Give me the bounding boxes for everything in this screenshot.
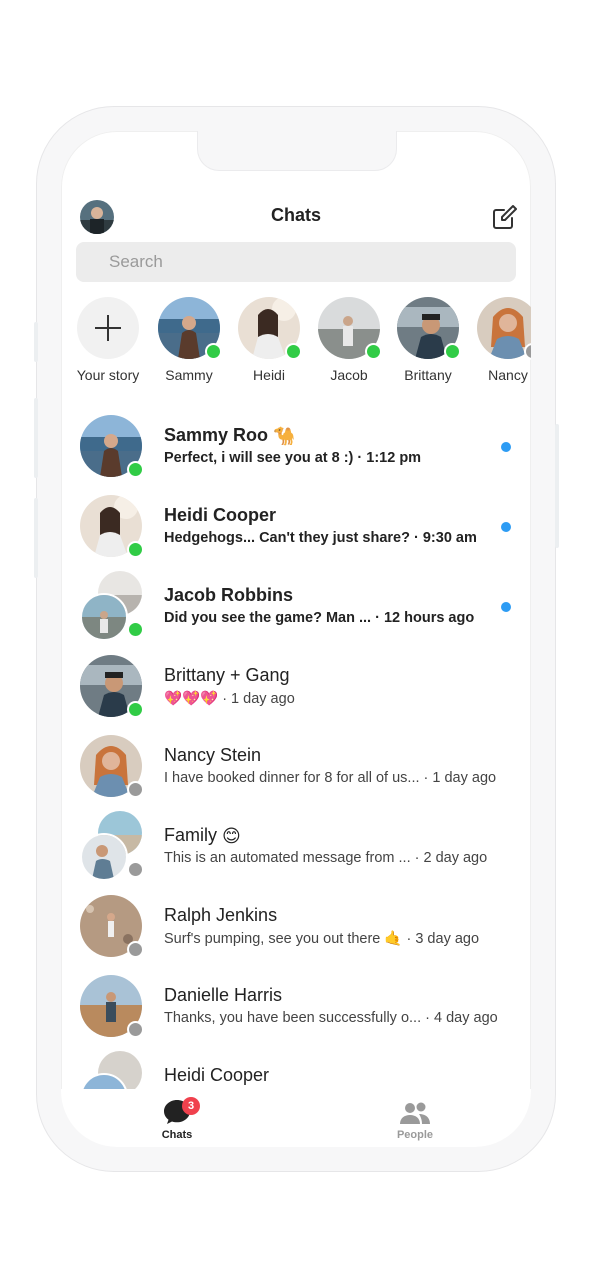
unread-indicator <box>501 442 511 452</box>
volume-up-button <box>34 398 38 478</box>
chat-row-heidi-cooper[interactable]: Heidi Cooper Hedgehogs... Can't they jus… <box>61 495 531 575</box>
chat-preview: Hedgehogs... Can't they just share? · 9:… <box>164 530 477 546</box>
tab-people[interactable]: People <box>365 1095 465 1141</box>
story-label: Sammy <box>165 367 213 383</box>
chat-row-ralph-jenkins[interactable]: Ralph Jenkins Surf's pumping, see you ou… <box>61 895 531 975</box>
online-indicator <box>127 541 144 558</box>
online-indicator <box>127 701 144 718</box>
story-heidi[interactable]: Heidi <box>229 297 309 383</box>
chat-row-family[interactable]: Family 😊 This is an automated message fr… <box>61 811 531 895</box>
story-brittany[interactable]: Brittany <box>388 297 468 383</box>
unread-indicator <box>501 522 511 532</box>
story-avatar <box>477 297 531 359</box>
chat-name: Ralph Jenkins <box>164 905 278 925</box>
compose-icon[interactable] <box>491 203 519 231</box>
unread-count-badge: 3 <box>182 1097 200 1115</box>
notch <box>197 131 397 171</box>
avatar <box>80 495 144 558</box>
smile-emoji-icon: 😊 <box>222 825 241 846</box>
volume-down-button <box>34 498 38 578</box>
offline-indicator <box>524 343 531 360</box>
chat-name: Heidi Cooper <box>164 1065 270 1085</box>
chat-name: Nancy Stein <box>164 745 262 765</box>
chat-preview: This is an automated message from ... · … <box>164 850 488 866</box>
power-button <box>555 424 559 548</box>
add-story-icon[interactable] <box>77 297 139 359</box>
chat-preview: Perfect, i will see you at 8 :) · 1:12 p… <box>164 450 422 466</box>
group-avatar <box>80 811 144 881</box>
camel-emoji-icon: 🐪 <box>273 425 296 446</box>
hearts-emoji-icon: 💖💖💖 <box>164 691 219 707</box>
chat-list: Sammy Roo 🐪 Perfect, i will see you at 8… <box>61 415 531 1135</box>
avatar <box>80 735 144 798</box>
avatar <box>80 975 144 1038</box>
stories-row: Your story Sammy Heidi Jacob Brittany Na… <box>61 297 531 389</box>
story-nancy[interactable]: Nancy <box>468 297 531 383</box>
chat-name: Sammy Roo 🐪 <box>164 425 296 446</box>
chat-row-brittany-gang[interactable]: Brittany + Gang 💖💖💖 · 1 day ago <box>61 655 531 735</box>
offline-indicator <box>127 781 144 798</box>
story-sammy[interactable]: Sammy <box>149 297 229 383</box>
offline-indicator <box>127 861 144 878</box>
chat-preview: Thanks, you have been successfully o... … <box>164 1010 498 1026</box>
tab-label: Chats <box>161 1129 193 1141</box>
avatar <box>80 655 144 718</box>
chat-preview: Did you see the game? Man ... · 12 hours… <box>164 610 475 626</box>
unread-indicator <box>501 602 511 612</box>
online-indicator <box>444 343 461 360</box>
bottom-tab-bar: 3 Chats People <box>61 1089 531 1147</box>
chat-row-nancy-stein[interactable]: Nancy Stein I have booked dinner for 8 f… <box>61 735 531 815</box>
online-indicator <box>205 343 222 360</box>
story-label: Jacob <box>330 367 368 383</box>
chat-preview: 💖💖💖 · 1 day ago <box>164 691 295 707</box>
story-label: Brittany <box>404 367 452 383</box>
search-input[interactable]: Search <box>76 242 516 282</box>
offline-indicator <box>127 941 144 958</box>
tab-chats[interactable]: 3 Chats <box>127 1095 227 1141</box>
story-label: Nancy <box>488 367 528 383</box>
people-icon <box>400 1102 430 1124</box>
chat-row-sammy-roo[interactable]: Sammy Roo 🐪 Perfect, i will see you at 8… <box>61 415 531 495</box>
chat-row-danielle-harris[interactable]: Danielle Harris Thanks, you have been su… <box>61 975 531 1055</box>
online-indicator <box>127 461 144 478</box>
avatar <box>80 415 144 478</box>
group-avatar <box>80 571 144 641</box>
chat-name: Family 😊 <box>164 825 241 846</box>
mute-switch <box>34 322 38 362</box>
story-label: Heidi <box>253 367 285 383</box>
chat-name: Heidi Cooper <box>164 505 277 525</box>
chat-name: Brittany + Gang <box>164 665 290 685</box>
online-indicator <box>285 343 302 360</box>
app-header: Chats <box>61 195 531 239</box>
chat-preview: I have booked dinner for 8 for all of us… <box>164 770 497 786</box>
avatar <box>80 895 144 958</box>
offline-indicator <box>127 1021 144 1038</box>
story-jacob[interactable]: Jacob <box>309 297 389 383</box>
chat-preview: Surf's pumping, see you out there 🤙 · 3 … <box>164 931 480 947</box>
chat-name: Danielle Harris <box>164 985 283 1005</box>
story-your-story[interactable]: Your story <box>68 297 148 383</box>
page-title: Chats <box>270 205 321 225</box>
chat-row-jacob-robbins[interactable]: Jacob Robbins Did you see the game? Man … <box>61 571 531 655</box>
story-label: Your story <box>76 367 140 383</box>
online-indicator <box>127 621 144 638</box>
phone-screen: Chats Search Your story Sammy Heidi Jaco… <box>61 131 531 1147</box>
tab-label: People <box>396 1129 434 1141</box>
chat-name: Jacob Robbins <box>164 585 294 605</box>
online-indicator <box>365 343 382 360</box>
